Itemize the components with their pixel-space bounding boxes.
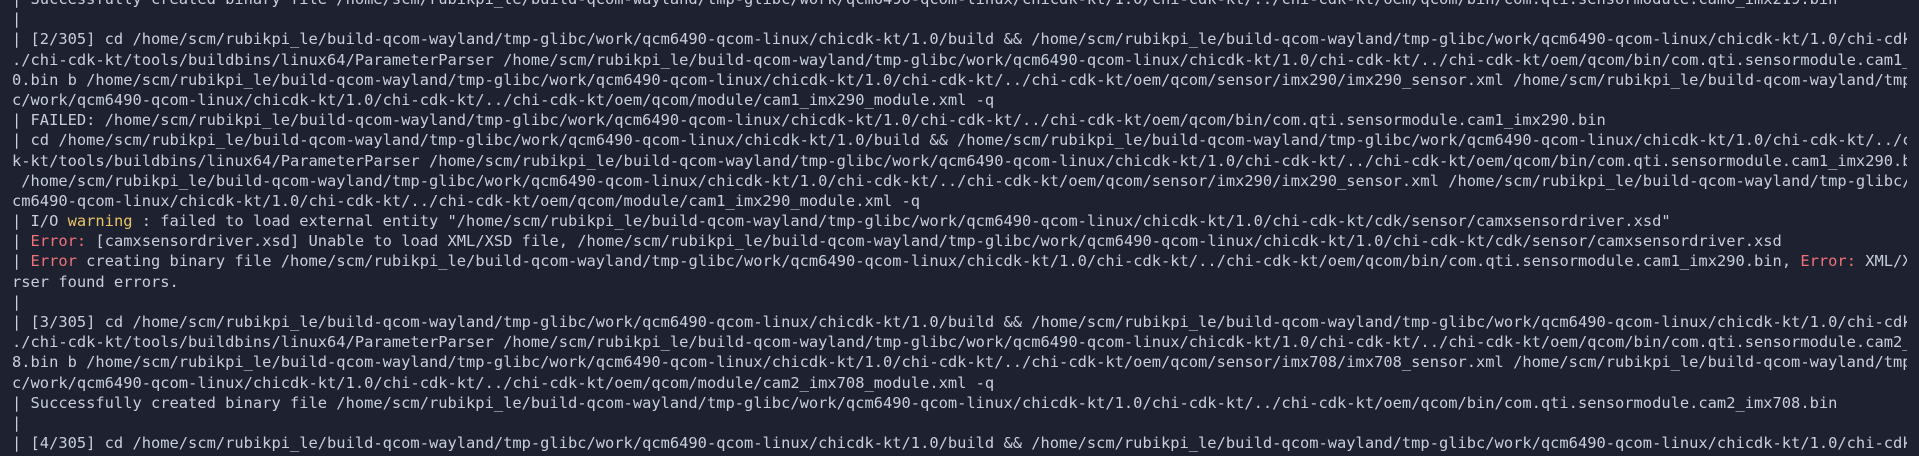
terminal-line: | FAILED: /home/scm/rubikpi_le/build-qco… (12, 110, 1905, 130)
terminal-line: | Error creating binary file /home/scm/r… (12, 251, 1919, 271)
line-text: | [4/305] cd /home/scm/rubikpi_le/build-… (12, 434, 1919, 453)
line-text: 0.bin b /home/scm/rubikpi_le/build-qcom-… (12, 70, 1919, 89)
terminal-line: c/work/qcm6490-qcom-linux/chicdk-kt/1.0/… (12, 373, 1905, 393)
line-text: | Successfully created binary file /home… (12, 393, 1838, 412)
line-text: c/work/qcm6490-qcom-linux/chicdk-kt/1.0/… (12, 373, 995, 392)
terminal-line: ./chi-cdk-kt/tools/buildbins/linux64/Par… (12, 332, 1919, 352)
terminal-window[interactable]: | Successfully created binary file /home… (0, 0, 1919, 456)
terminal-line: | (12, 9, 1905, 29)
terminal-line: | [4/305] cd /home/scm/rubikpi_le/build-… (12, 433, 1919, 453)
error-keyword: Error: (30, 232, 87, 251)
terminal-line: | Error: [camxsensordriver.xsd] Unable t… (12, 231, 1905, 251)
terminal-line: | I/O warning : failed to load external … (12, 211, 1905, 231)
line-text: | (12, 252, 31, 271)
line-text: | (12, 232, 31, 251)
warning-keyword: warning (67, 212, 133, 231)
terminal-line: | Successfully created binary file /home… (12, 393, 1905, 413)
line-text: [camxsensordriver.xsd] Unable to load XM… (86, 232, 1782, 251)
line-text: | I/O (12, 212, 68, 231)
line-text: : failed to load external entity "/home/… (132, 212, 1671, 231)
error-keyword: Error (30, 252, 77, 271)
line-text: | FAILED: /home/scm/rubikpi_le/build-qco… (12, 111, 1606, 130)
line-text: ./chi-cdk-kt/tools/buildbins/linux64/Par… (12, 333, 1919, 352)
terminal-line: c/work/qcm6490-qcom-linux/chicdk-kt/1.0/… (12, 90, 1905, 110)
line-text: | [2/305] cd /home/scm/rubikpi_le/build-… (12, 30, 1919, 49)
line-text: k-kt/tools/buildbins/linux64/ParameterPa… (12, 151, 1919, 170)
terminal-line: | [3/305] cd /home/scm/rubikpi_le/build-… (12, 312, 1919, 332)
line-text: creating binary file /home/scm/rubikpi_l… (76, 252, 1801, 271)
line-text: | [3/305] cd /home/scm/rubikpi_le/build-… (12, 313, 1919, 331)
terminal-line: | Successfully created binary file /home… (12, 0, 1905, 9)
terminal-line: k-kt/tools/buildbins/linux64/ParameterPa… (12, 151, 1919, 171)
terminal-line: ./chi-cdk-kt/tools/buildbins/linux64/Par… (12, 50, 1919, 70)
scrollbar[interactable] (1907, 0, 1919, 456)
line-text: c/work/qcm6490-qcom-linux/chicdk-kt/1.0/… (12, 90, 995, 109)
line-text: 8.bin b /home/scm/rubikpi_le/build-qcom-… (12, 353, 1919, 372)
line-text: rser found errors. (12, 272, 179, 291)
terminal-line: rser found errors. (12, 272, 1905, 292)
error-keyword: Error: (1800, 252, 1856, 271)
terminal-line: | cd /home/scm/rubikpi_le/build-qcom-way… (12, 130, 1919, 150)
line-text: | Successfully created binary file /home… (12, 0, 1837, 8)
terminal-output[interactable]: | Successfully created binary file /home… (12, 0, 1919, 456)
line-text: /home/scm/rubikpi_le/build-qcom-wayland/… (12, 171, 1919, 190)
terminal-line: | (12, 292, 1905, 312)
line-text: cm6490-qcom-linux/chicdk-kt/1.0/chi-cdk-… (12, 191, 921, 210)
line-text: | (12, 292, 22, 311)
line-text: | (12, 10, 22, 29)
line-text: | (12, 413, 22, 432)
line-text: ./chi-cdk-kt/tools/buildbins/linux64/Par… (12, 50, 1919, 69)
terminal-line: | (12, 413, 1905, 433)
terminal-line: 8.bin b /home/scm/rubikpi_le/build-qcom-… (12, 352, 1919, 372)
terminal-line: cm6490-qcom-linux/chicdk-kt/1.0/chi-cdk-… (12, 191, 1905, 211)
line-text: | cd /home/scm/rubikpi_le/build-qcom-way… (12, 131, 1919, 150)
terminal-line: | [2/305] cd /home/scm/rubikpi_le/build-… (12, 29, 1919, 49)
terminal-line: 0.bin b /home/scm/rubikpi_le/build-qcom-… (12, 70, 1919, 90)
terminal-line: /home/scm/rubikpi_le/build-qcom-wayland/… (12, 171, 1919, 191)
